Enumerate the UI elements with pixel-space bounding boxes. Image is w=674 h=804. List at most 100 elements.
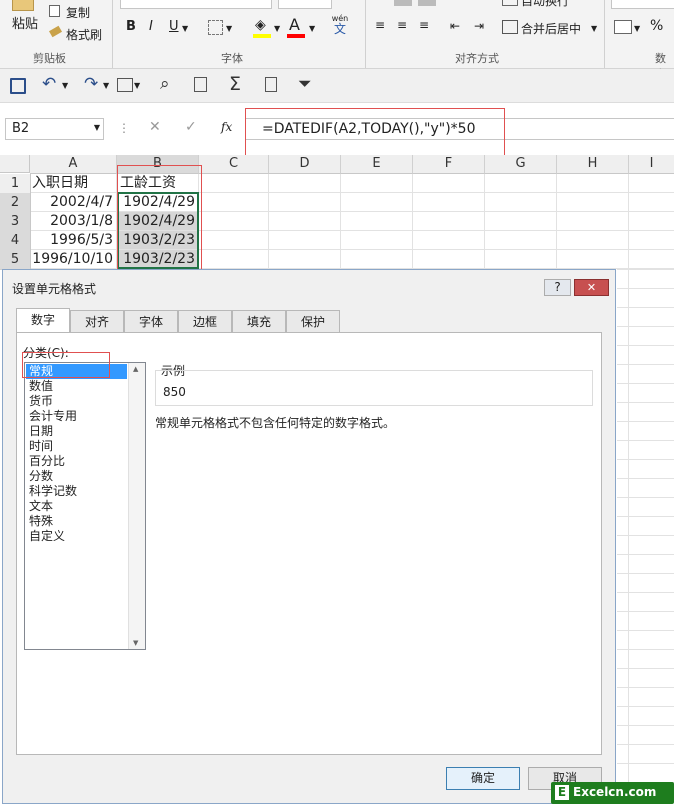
column-header-f[interactable]: F bbox=[413, 155, 485, 174]
tab-alignment[interactable]: 对齐 bbox=[70, 310, 124, 332]
font-name-combo[interactable] bbox=[120, 0, 272, 9]
column-header-a[interactable]: A bbox=[30, 155, 117, 174]
tab-border[interactable]: 边框 bbox=[178, 310, 232, 332]
chevron-down-icon: ▼ bbox=[93, 123, 100, 132]
row-header-3[interactable]: 3 bbox=[0, 212, 31, 232]
alignment-group-label: 对齐方式 bbox=[455, 52, 499, 65]
watermark-badge: E bbox=[555, 785, 569, 800]
print-preview-icon[interactable]: ⌕ bbox=[160, 74, 170, 94]
save-icon[interactable] bbox=[10, 78, 26, 94]
scroll-up-icon[interactable]: ▲ bbox=[133, 365, 138, 373]
align-center-icon[interactable]: ≡ bbox=[397, 19, 407, 31]
scrollbar[interactable]: ▲ ▼ bbox=[128, 363, 145, 649]
category-item-percentage[interactable]: 百分比 bbox=[26, 454, 65, 469]
tab-number[interactable]: 数字 bbox=[16, 308, 70, 332]
cell-a4[interactable]: 1996/5/3 bbox=[31, 231, 117, 250]
cell-a1[interactable]: 入职日期 bbox=[31, 174, 117, 193]
category-item-accounting[interactable]: 会计专用 bbox=[26, 409, 77, 424]
align-middle-icon[interactable] bbox=[418, 0, 436, 6]
category-item-time[interactable]: 时间 bbox=[26, 439, 53, 454]
bold-button[interactable]: B bbox=[126, 19, 136, 34]
undo-icon[interactable]: ↶ bbox=[42, 74, 56, 94]
underline-button[interactable]: U bbox=[169, 19, 179, 34]
new-document-icon[interactable] bbox=[265, 77, 277, 92]
row-header-4[interactable]: 4 bbox=[0, 231, 31, 251]
chevron-down-icon: ▼ bbox=[182, 24, 189, 33]
copy-doc-icon[interactable] bbox=[194, 77, 207, 92]
percent-button[interactable]: % bbox=[650, 18, 663, 34]
category-item-text[interactable]: 文本 bbox=[26, 499, 53, 514]
screenshot-icon[interactable] bbox=[117, 78, 133, 92]
chevron-down-icon: ▼ bbox=[103, 81, 110, 90]
quick-access-toolbar: ↶ ▼ ↷ ▼ ▼ ⌕ Σ ⏷ bbox=[0, 69, 674, 103]
accounting-format-icon[interactable] bbox=[614, 20, 632, 34]
redo-icon[interactable]: ↷ bbox=[84, 74, 98, 94]
category-item-custom[interactable]: 自定义 bbox=[26, 529, 65, 544]
align-right-icon[interactable]: ≡ bbox=[419, 19, 429, 31]
category-item-fraction[interactable]: 分数 bbox=[26, 469, 53, 484]
cell-a5[interactable]: 1996/10/10 bbox=[31, 250, 117, 269]
column-header-c[interactable]: C bbox=[199, 155, 269, 174]
name-box[interactable]: B2 ▼ bbox=[5, 118, 104, 140]
column-header-e[interactable]: E bbox=[341, 155, 413, 174]
chevron-down-icon: ▼ bbox=[591, 24, 598, 33]
column-header-h[interactable]: H bbox=[557, 155, 629, 174]
italic-button[interactable]: I bbox=[149, 19, 153, 34]
format-painter-button[interactable]: 格式刷 bbox=[66, 26, 102, 43]
column-header-i[interactable]: I bbox=[629, 155, 674, 174]
font-group-label: 字体 bbox=[221, 52, 243, 65]
copy-button[interactable]: 复制 bbox=[66, 4, 90, 21]
row-header-1[interactable]: 1 bbox=[0, 174, 31, 194]
chevron-down-icon: ▼ bbox=[274, 24, 281, 33]
category-item-date[interactable]: 日期 bbox=[26, 424, 53, 439]
row-header-2[interactable]: 2 bbox=[0, 193, 31, 213]
column-header-g[interactable]: G bbox=[485, 155, 557, 174]
category-item-special[interactable]: 特殊 bbox=[26, 514, 53, 529]
decrease-indent-icon[interactable]: ⇤ bbox=[450, 19, 460, 33]
chevron-down-icon: ▼ bbox=[134, 81, 141, 90]
ribbon: 粘贴 复制 格式刷 剪贴板 B I U ▼ ▼ ◈ ▼ A ▼ wén 文 字体… bbox=[0, 0, 674, 81]
category-item-scientific[interactable]: 科学记数 bbox=[26, 484, 77, 499]
help-button[interactable]: ? bbox=[544, 279, 571, 296]
number-format-combo[interactable] bbox=[611, 0, 674, 9]
insert-function-button[interactable]: fx bbox=[221, 120, 232, 134]
autosum-icon[interactable]: Σ bbox=[229, 73, 241, 95]
paste-button[interactable]: 粘贴 bbox=[12, 13, 38, 32]
phonetic-button[interactable]: wén 文 bbox=[330, 14, 350, 36]
paste-icon bbox=[12, 0, 34, 11]
ok-button[interactable]: 确定 bbox=[446, 767, 520, 790]
cancel-entry-icon[interactable]: ✕ bbox=[149, 119, 161, 135]
align-top-icon[interactable] bbox=[394, 0, 412, 6]
row-header-5[interactable]: 5 bbox=[0, 250, 31, 270]
cell-a2[interactable]: 2002/4/7 bbox=[31, 193, 117, 212]
align-left-icon[interactable]: ≡ bbox=[375, 19, 385, 31]
category-item-number[interactable]: 数值 bbox=[26, 379, 53, 394]
fill-color-icon[interactable]: ◈ bbox=[255, 17, 266, 33]
chevron-down-icon: ▼ bbox=[634, 24, 641, 33]
ribbon-separator bbox=[112, 0, 113, 68]
wrap-text-button[interactable]: 自动换行 bbox=[521, 0, 569, 9]
category-item-currency[interactable]: 货币 bbox=[26, 394, 53, 409]
sample-frame bbox=[155, 370, 593, 406]
tab-font[interactable]: 字体 bbox=[124, 310, 178, 332]
filter-icon[interactable]: ⏷ bbox=[298, 74, 312, 94]
merge-center-button[interactable]: 合并后居中 bbox=[521, 20, 581, 37]
font-color-button[interactable]: A bbox=[289, 15, 300, 34]
cell-a3[interactable]: 2003/1/8 bbox=[31, 212, 117, 231]
tab-fill[interactable]: 填充 bbox=[232, 310, 286, 332]
wrap-text-icon[interactable] bbox=[502, 0, 518, 6]
font-size-combo[interactable] bbox=[278, 0, 332, 9]
grid-area bbox=[199, 174, 674, 269]
clipboard-group-label: 剪贴板 bbox=[33, 52, 66, 65]
scroll-down-icon[interactable]: ▼ bbox=[133, 639, 138, 647]
category-list[interactable]: ▲ ▼ 常规 数值 货币 会计专用 日期 时间 百分比 分数 科学记数 文本 特… bbox=[24, 362, 146, 650]
column-header-d[interactable]: D bbox=[269, 155, 341, 174]
increase-indent-icon[interactable]: ⇥ bbox=[474, 19, 484, 33]
select-all-corner[interactable] bbox=[0, 155, 30, 173]
tab-protection[interactable]: 保护 bbox=[286, 310, 340, 332]
dialog-title: 设置单元格格式 bbox=[12, 282, 97, 296]
confirm-entry-icon[interactable]: ✓ bbox=[185, 119, 197, 135]
border-icon[interactable] bbox=[208, 20, 223, 35]
merge-center-icon[interactable] bbox=[502, 20, 518, 34]
close-button[interactable]: ✕ bbox=[574, 279, 609, 296]
